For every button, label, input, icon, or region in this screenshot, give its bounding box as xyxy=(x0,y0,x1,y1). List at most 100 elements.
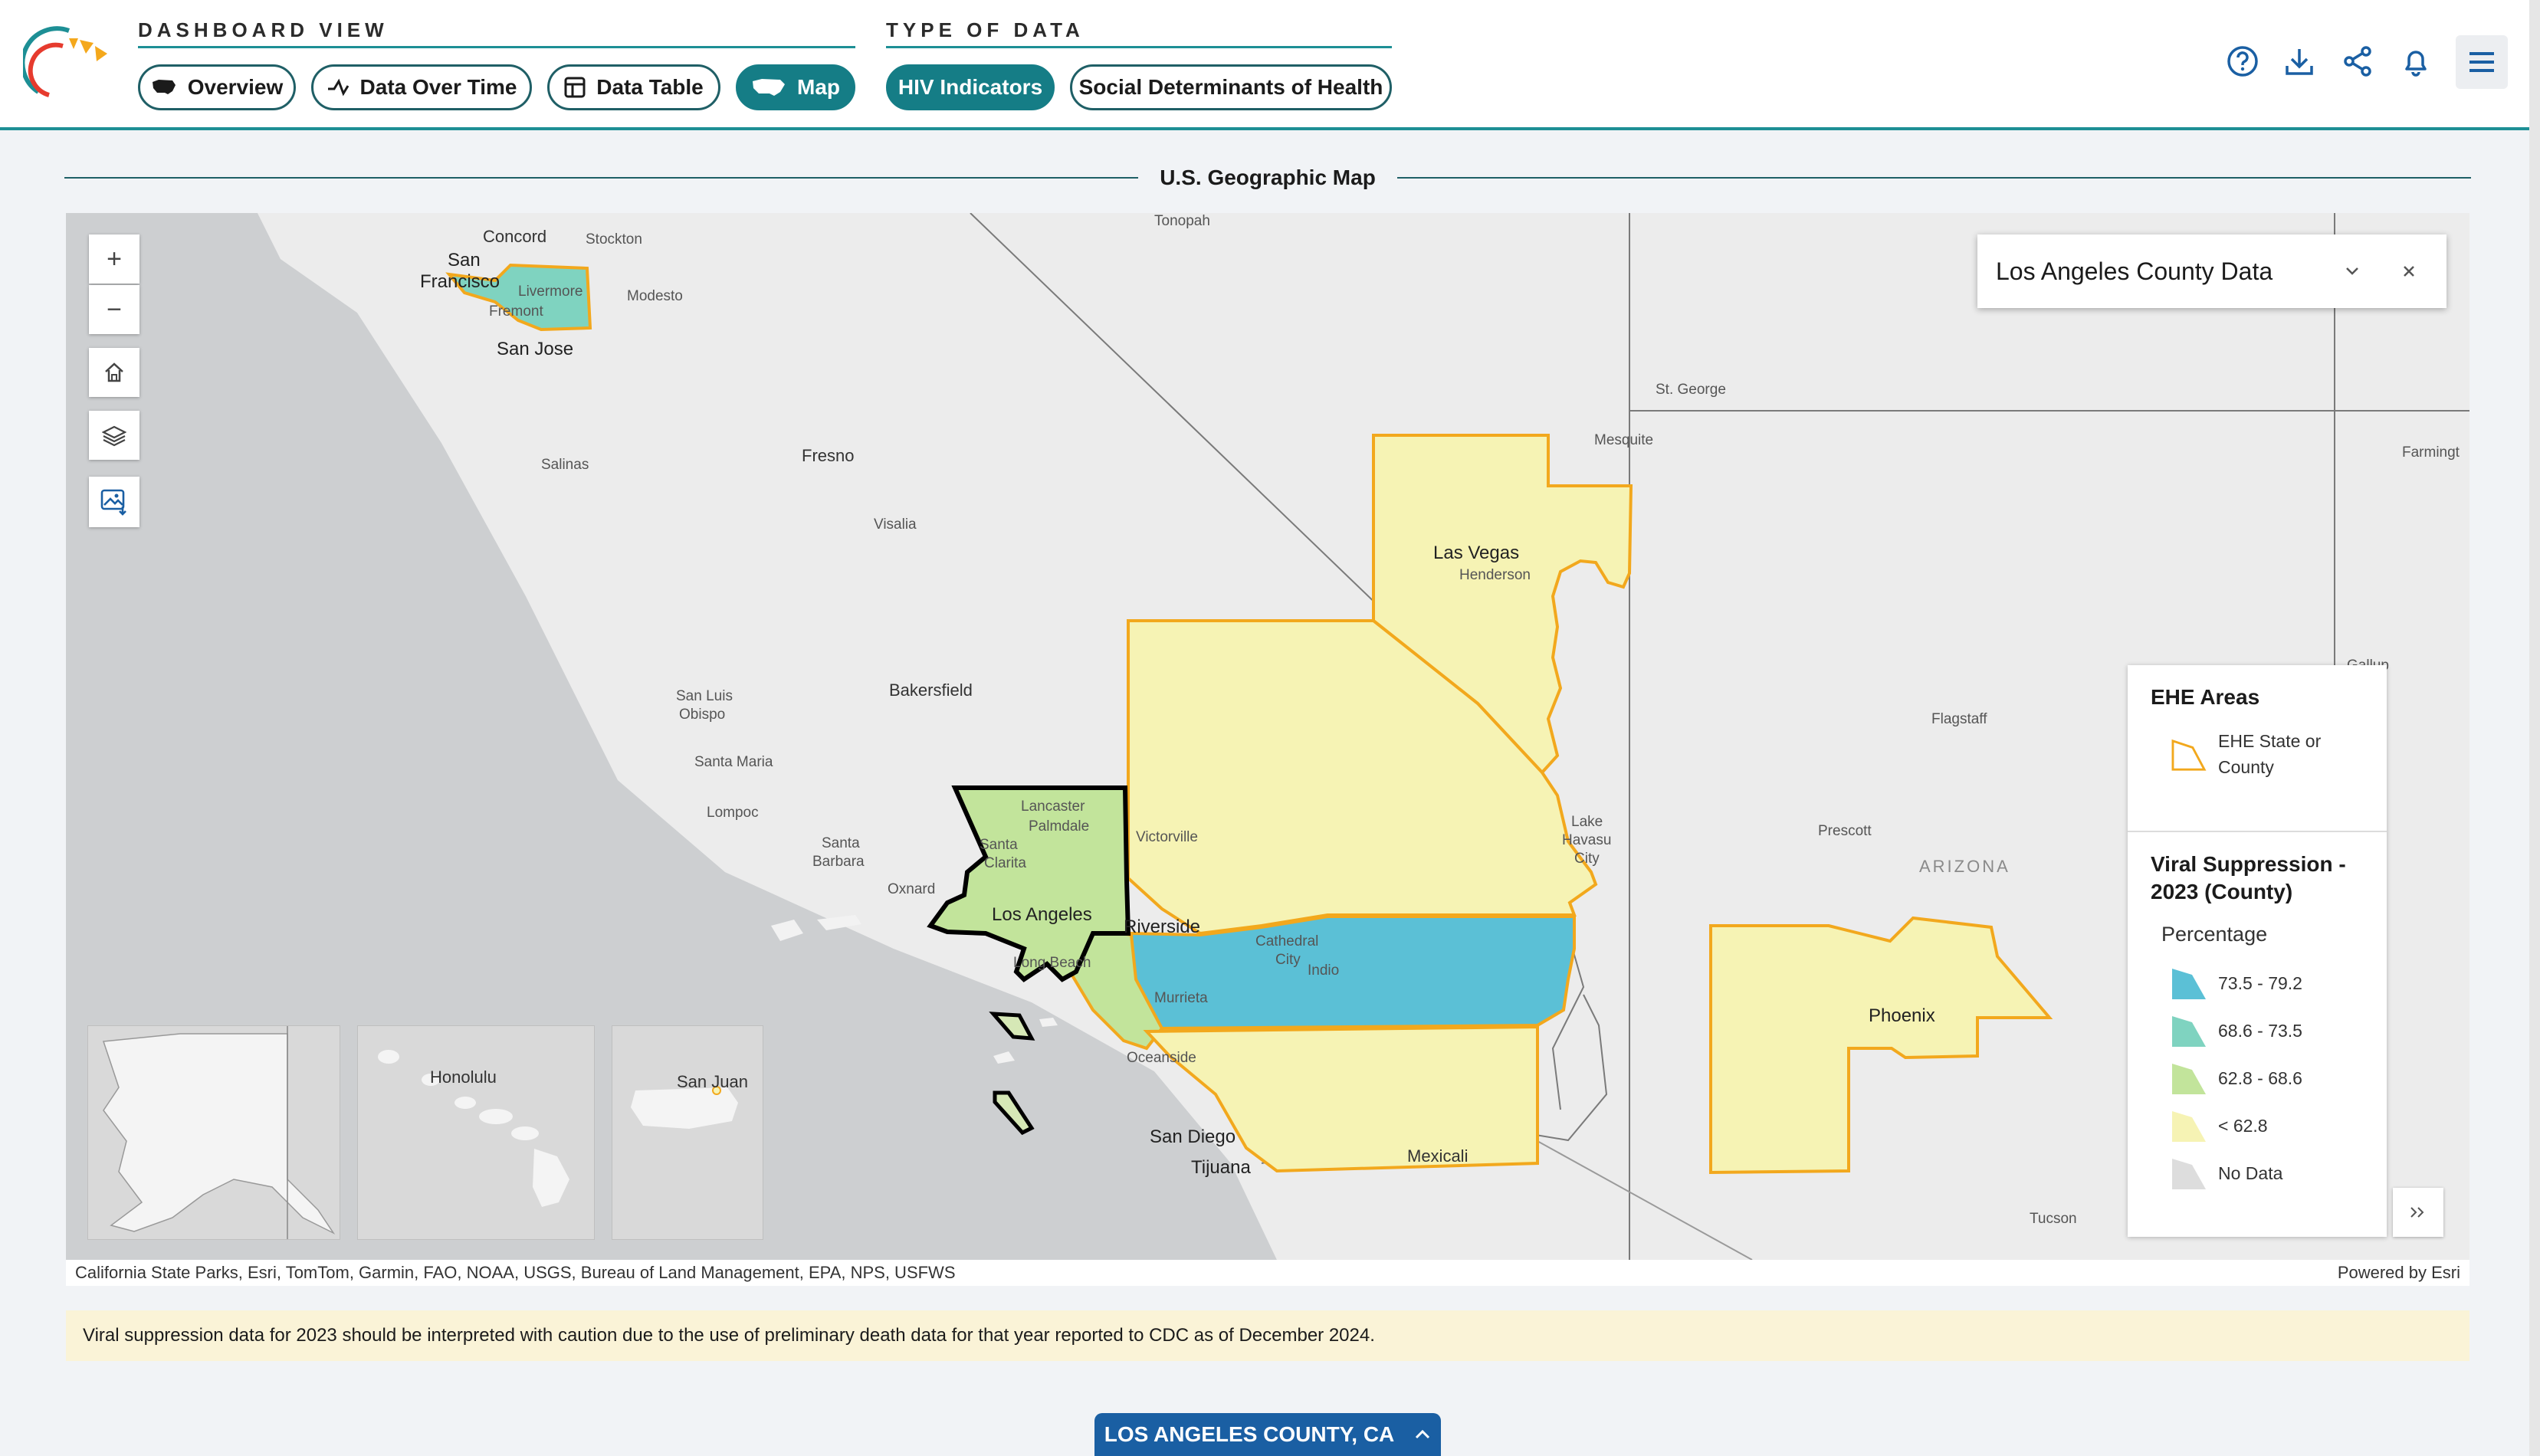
data-over-time-button[interactable]: Data Over Time xyxy=(311,64,532,110)
city-label: Fremont xyxy=(489,303,543,320)
city-label: San Diego xyxy=(1150,1126,1236,1147)
city-label: Long Beach xyxy=(1013,955,1091,971)
map-legend: EHE Areas EHE State or County Viral Supp… xyxy=(2128,665,2387,1237)
notice-text: Viral suppression data for 2023 should b… xyxy=(83,1325,1375,1346)
overview-label: Overview xyxy=(187,75,284,99)
hawaii-inset[interactable]: Honolulu xyxy=(357,1025,595,1240)
expand-panel-button[interactable] xyxy=(2393,1188,2443,1237)
layers-icon xyxy=(102,425,126,447)
city-label: Tucson xyxy=(2030,1211,2077,1227)
help-icon xyxy=(2227,46,2258,77)
share-icon xyxy=(2344,46,2371,77)
puerto-rico-inset[interactable]: San Juan xyxy=(612,1025,763,1240)
powered-by-esri[interactable]: Powered by Esri xyxy=(2338,1263,2460,1283)
help-button[interactable] xyxy=(2221,40,2264,83)
logo-icon xyxy=(23,26,107,97)
share-button[interactable] xyxy=(2336,40,2379,83)
notifications-button[interactable] xyxy=(2394,40,2437,83)
city-label: Barbara xyxy=(812,854,865,870)
social-determinants-button[interactable]: Social Determinants of Health xyxy=(1070,64,1392,110)
map-label: Map xyxy=(797,75,840,99)
legend-swatch xyxy=(2172,1111,2206,1142)
home-button[interactable] xyxy=(89,348,139,397)
city-label: Victorville xyxy=(1136,829,1198,845)
map-view[interactable]: Tonopah Concord Stockton San Francisco L… xyxy=(66,213,2469,1260)
city-label: Tonopah xyxy=(1154,213,1210,229)
export-image-button[interactable] xyxy=(89,477,139,527)
city-label: Clarita xyxy=(984,855,1026,871)
ehe-legend-item: EHE State or xyxy=(2218,731,2322,751)
chevron-up-icon xyxy=(1416,1429,1430,1439)
puerto-rico-shape xyxy=(631,1086,738,1129)
city-label: Livermore xyxy=(518,284,583,300)
city-label: San Juan xyxy=(677,1072,748,1091)
city-label: Modesto xyxy=(627,288,683,304)
city-label: Fresno xyxy=(802,446,855,465)
legend-swatch xyxy=(2172,1159,2206,1189)
vs-legend-subtitle: Percentage xyxy=(2161,923,2268,946)
city-label: Lompoc xyxy=(707,805,759,821)
page-scrollbar[interactable] xyxy=(2529,0,2540,1456)
city-label: Visalia xyxy=(874,516,917,533)
dashboard-view-rule xyxy=(138,46,855,48)
county-panel-title: Los Angeles County Data xyxy=(1996,257,2273,285)
city-label: Riverside xyxy=(1124,917,1201,937)
legend-item-label: No Data xyxy=(2218,1163,2283,1183)
collapse-button[interactable] xyxy=(2333,252,2371,290)
city-label: Indio xyxy=(1308,962,1340,979)
table-icon xyxy=(564,77,586,98)
layers-button[interactable] xyxy=(89,411,139,460)
close-button[interactable] xyxy=(2390,252,2428,290)
data-over-time-label: Data Over Time xyxy=(359,75,517,99)
location-tab[interactable]: LOS ANGELES COUNTY, CA xyxy=(1094,1413,1441,1456)
ehe-legend-item: County xyxy=(2218,757,2274,777)
double-chevron-right-icon xyxy=(2410,1207,2424,1218)
legend-item-label: 73.5 - 79.2 xyxy=(2218,973,2302,993)
section-header: U.S. Geographic Map xyxy=(64,162,2472,193)
legend-divider xyxy=(2128,831,2387,832)
type-of-data-rule xyxy=(886,46,1392,48)
legend-item-label: 62.8 - 68.6 xyxy=(2218,1068,2302,1088)
section-rule-left xyxy=(64,177,1139,179)
city-label: San xyxy=(448,250,481,271)
legend-item-label: < 62.8 xyxy=(2218,1116,2268,1136)
city-label: Salinas xyxy=(541,457,589,473)
map-button[interactable]: Map xyxy=(736,64,855,110)
chevron-down-icon xyxy=(2346,267,2358,275)
city-label: Lake xyxy=(1571,814,1603,830)
alaska-inset[interactable] xyxy=(87,1025,340,1240)
city-label: Oceanside xyxy=(1127,1050,1196,1066)
legend-swatch xyxy=(2172,969,2206,999)
type-of-data-label: TYPE OF DATA xyxy=(886,18,1085,41)
hiv-indicators-button[interactable]: HIV Indicators xyxy=(886,64,1055,110)
data-table-button[interactable]: Data Table xyxy=(547,64,720,110)
city-label: Los Angeles xyxy=(992,904,1092,925)
close-icon xyxy=(2404,266,2414,277)
menu-button[interactable] xyxy=(2456,35,2508,89)
city-label: Santa xyxy=(980,837,1018,853)
city-label: Tijuana xyxy=(1191,1157,1251,1178)
ehe-outline-swatch xyxy=(2171,739,2207,771)
alaska-shape xyxy=(102,1026,336,1239)
city-label: Santa Maria xyxy=(694,754,773,770)
overview-button[interactable]: Overview xyxy=(138,64,296,110)
trend-line-icon xyxy=(327,78,349,97)
menu-icon xyxy=(2469,52,2494,72)
county-data-panel[interactable]: Los Angeles County Data xyxy=(1977,234,2446,308)
map-attribution: California State Parks, Esri, TomTom, Ga… xyxy=(66,1260,2469,1286)
download-button[interactable] xyxy=(2278,40,2321,83)
city-label: Francisco xyxy=(420,271,500,292)
city-label: Palmdale xyxy=(1029,818,1090,835)
us-map-icon xyxy=(152,80,176,94)
city-label: Farmingt xyxy=(2402,444,2460,461)
us-map-icon xyxy=(753,79,785,96)
city-label: San Jose xyxy=(497,339,574,359)
vs-legend-title: 2023 (County) xyxy=(2151,880,2293,903)
city-label: Henderson xyxy=(1459,567,1531,583)
zoom-out-button[interactable]: − xyxy=(89,285,139,334)
zoom-in-button[interactable]: + xyxy=(89,234,139,284)
dashboard-view-label: DASHBOARD VIEW xyxy=(138,18,389,41)
image-export-icon xyxy=(100,489,126,516)
city-label: Honolulu xyxy=(430,1067,497,1087)
ehe-legend-title: EHE Areas xyxy=(2151,685,2260,709)
